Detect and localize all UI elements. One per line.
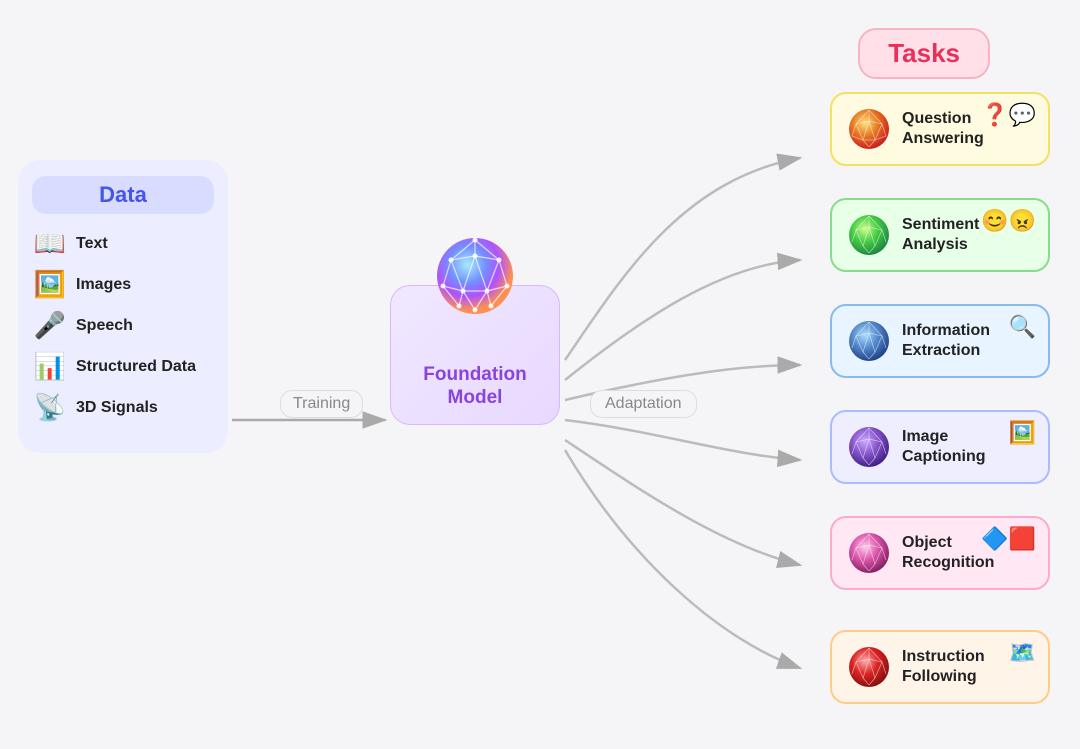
images-label: Images (76, 276, 131, 294)
tasks-title: Tasks (858, 28, 990, 79)
text-icon: 📖 (32, 228, 68, 259)
info-sphere (846, 318, 892, 364)
data-item-speech: 🎤 Speech (32, 310, 214, 341)
qa-icon: ❓💬 (981, 102, 1036, 128)
data-title-box: Data (32, 176, 214, 214)
objrec-icon: 🔷🟥 (981, 526, 1036, 552)
3d-icon: 📡 (32, 392, 68, 423)
foundation-model-sphere (433, 236, 518, 316)
task-instruction-following: Instruction Following 🗺️ (830, 630, 1050, 704)
speech-icon: 🎤 (32, 310, 68, 341)
text-label: Text (76, 235, 108, 253)
3d-label: 3D Signals (76, 399, 158, 417)
data-panel: Data 📖 Text 🖼️ Images 🎤 Speech 📊 Structu… (18, 160, 228, 453)
task-sentiment: SentimentAnalysis 😊😠 (830, 198, 1050, 272)
objrec-sphere (846, 530, 892, 576)
foundation-model-box: FoundationModel (390, 285, 560, 425)
data-item-3d: 📡 3D Signals (32, 392, 214, 423)
imgcap-sphere (846, 424, 892, 470)
data-item-structured: 📊 Structured Data (32, 351, 214, 382)
sentiment-sphere (846, 212, 892, 258)
foundation-model-label: FoundationModel (423, 364, 526, 410)
sentiment-icon: 😊😠 (981, 208, 1036, 234)
task-info-extraction: Information Extraction 🔍 (830, 304, 1050, 378)
speech-label: Speech (76, 317, 133, 335)
sentiment-label: SentimentAnalysis (902, 215, 979, 255)
data-item-text: 📖 Text (32, 228, 214, 259)
structured-icon: 📊 (32, 351, 68, 382)
task-image-captioning: Image Captioning 🖼️ (830, 410, 1050, 484)
instruct-icon: 🗺️ (1009, 640, 1036, 666)
task-question-answering: Question Answering ❓💬 (830, 92, 1050, 166)
task-object-recognition: Object Recognition 🔷🟥 (830, 516, 1050, 590)
adaptation-label: Adaptation (590, 390, 697, 418)
qa-sphere (846, 106, 892, 152)
images-icon: 🖼️ (32, 269, 68, 300)
structured-label: Structured Data (76, 358, 196, 376)
data-item-images: 🖼️ Images (32, 269, 214, 300)
data-title: Data (99, 182, 147, 207)
imgcap-icon: 🖼️ (1009, 420, 1036, 446)
training-label: Training (280, 390, 363, 418)
instruct-sphere (846, 644, 892, 690)
info-icon: 🔍 (1009, 314, 1036, 340)
